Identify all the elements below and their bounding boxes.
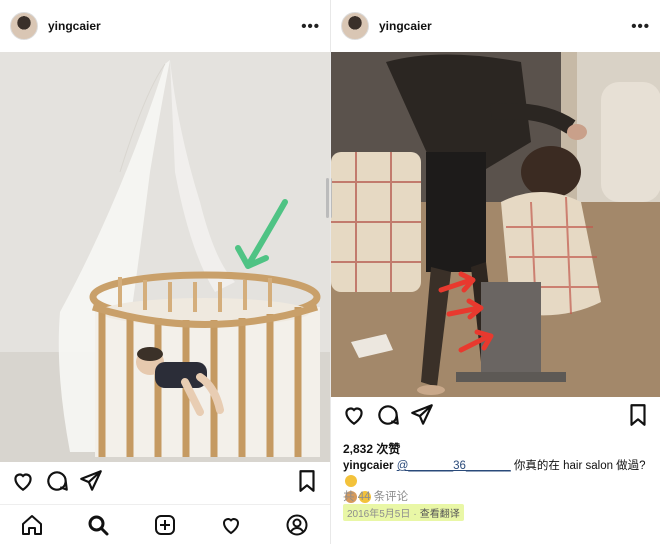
profile-icon[interactable] xyxy=(285,513,309,537)
post-photo-haircut xyxy=(331,52,660,397)
screenshot-composite: yingcaier ••• yingcaier ••• 2,832 次赞 yin… xyxy=(0,0,660,544)
activity-heart-icon[interactable] xyxy=(219,513,243,537)
send-icon[interactable] xyxy=(78,468,104,494)
post-photo-crib xyxy=(0,52,330,462)
likes-count[interactable]: 2,832 次赞 xyxy=(343,440,400,457)
thinking-emoji-icon xyxy=(345,475,357,487)
post-username[interactable]: yingcaier xyxy=(379,19,432,33)
view-comments-link[interactable]: 共 44 条评论 xyxy=(343,488,408,504)
send-icon[interactable] xyxy=(409,402,435,428)
more-options-icon[interactable]: ••• xyxy=(301,18,320,35)
heart-icon[interactable] xyxy=(10,468,36,494)
comment-icon[interactable] xyxy=(375,402,401,428)
comment-icon[interactable] xyxy=(44,468,70,494)
add-post-icon[interactable] xyxy=(153,513,177,537)
post-header: yingcaier ••• xyxy=(0,0,330,52)
caption-mention[interactable]: @_______36_______ xyxy=(397,460,511,472)
post-actions xyxy=(0,468,330,502)
post-header: yingcaier ••• xyxy=(331,0,660,52)
instagram-post-right: yingcaier ••• 2,832 次赞 yingcaier @______… xyxy=(330,0,660,544)
bookmark-icon[interactable] xyxy=(625,402,651,428)
more-options-icon[interactable]: ••• xyxy=(631,18,650,35)
search-icon[interactable] xyxy=(86,513,110,537)
caption-username[interactable]: yingcaier xyxy=(343,460,394,472)
bottom-navigation xyxy=(0,504,330,544)
post-username[interactable]: yingcaier xyxy=(48,19,101,33)
home-icon[interactable] xyxy=(20,513,44,537)
see-translation-link[interactable]: 查看翻译 xyxy=(420,509,460,520)
heart-icon[interactable] xyxy=(341,402,367,428)
avatar[interactable] xyxy=(10,12,38,40)
caption-text: 你真的在 hair salon 做過? xyxy=(513,460,646,472)
post-date: 2016年5月5日 · 查看翻译 xyxy=(343,504,464,521)
instagram-post-left: yingcaier ••• xyxy=(0,0,330,544)
scrollbar[interactable] xyxy=(331,178,332,218)
post-date-text: 2016年5月5日 xyxy=(347,509,411,520)
avatar[interactable] xyxy=(341,12,369,40)
bookmark-icon[interactable] xyxy=(294,468,320,494)
post-actions xyxy=(331,402,660,436)
scrollbar[interactable] xyxy=(326,178,329,218)
